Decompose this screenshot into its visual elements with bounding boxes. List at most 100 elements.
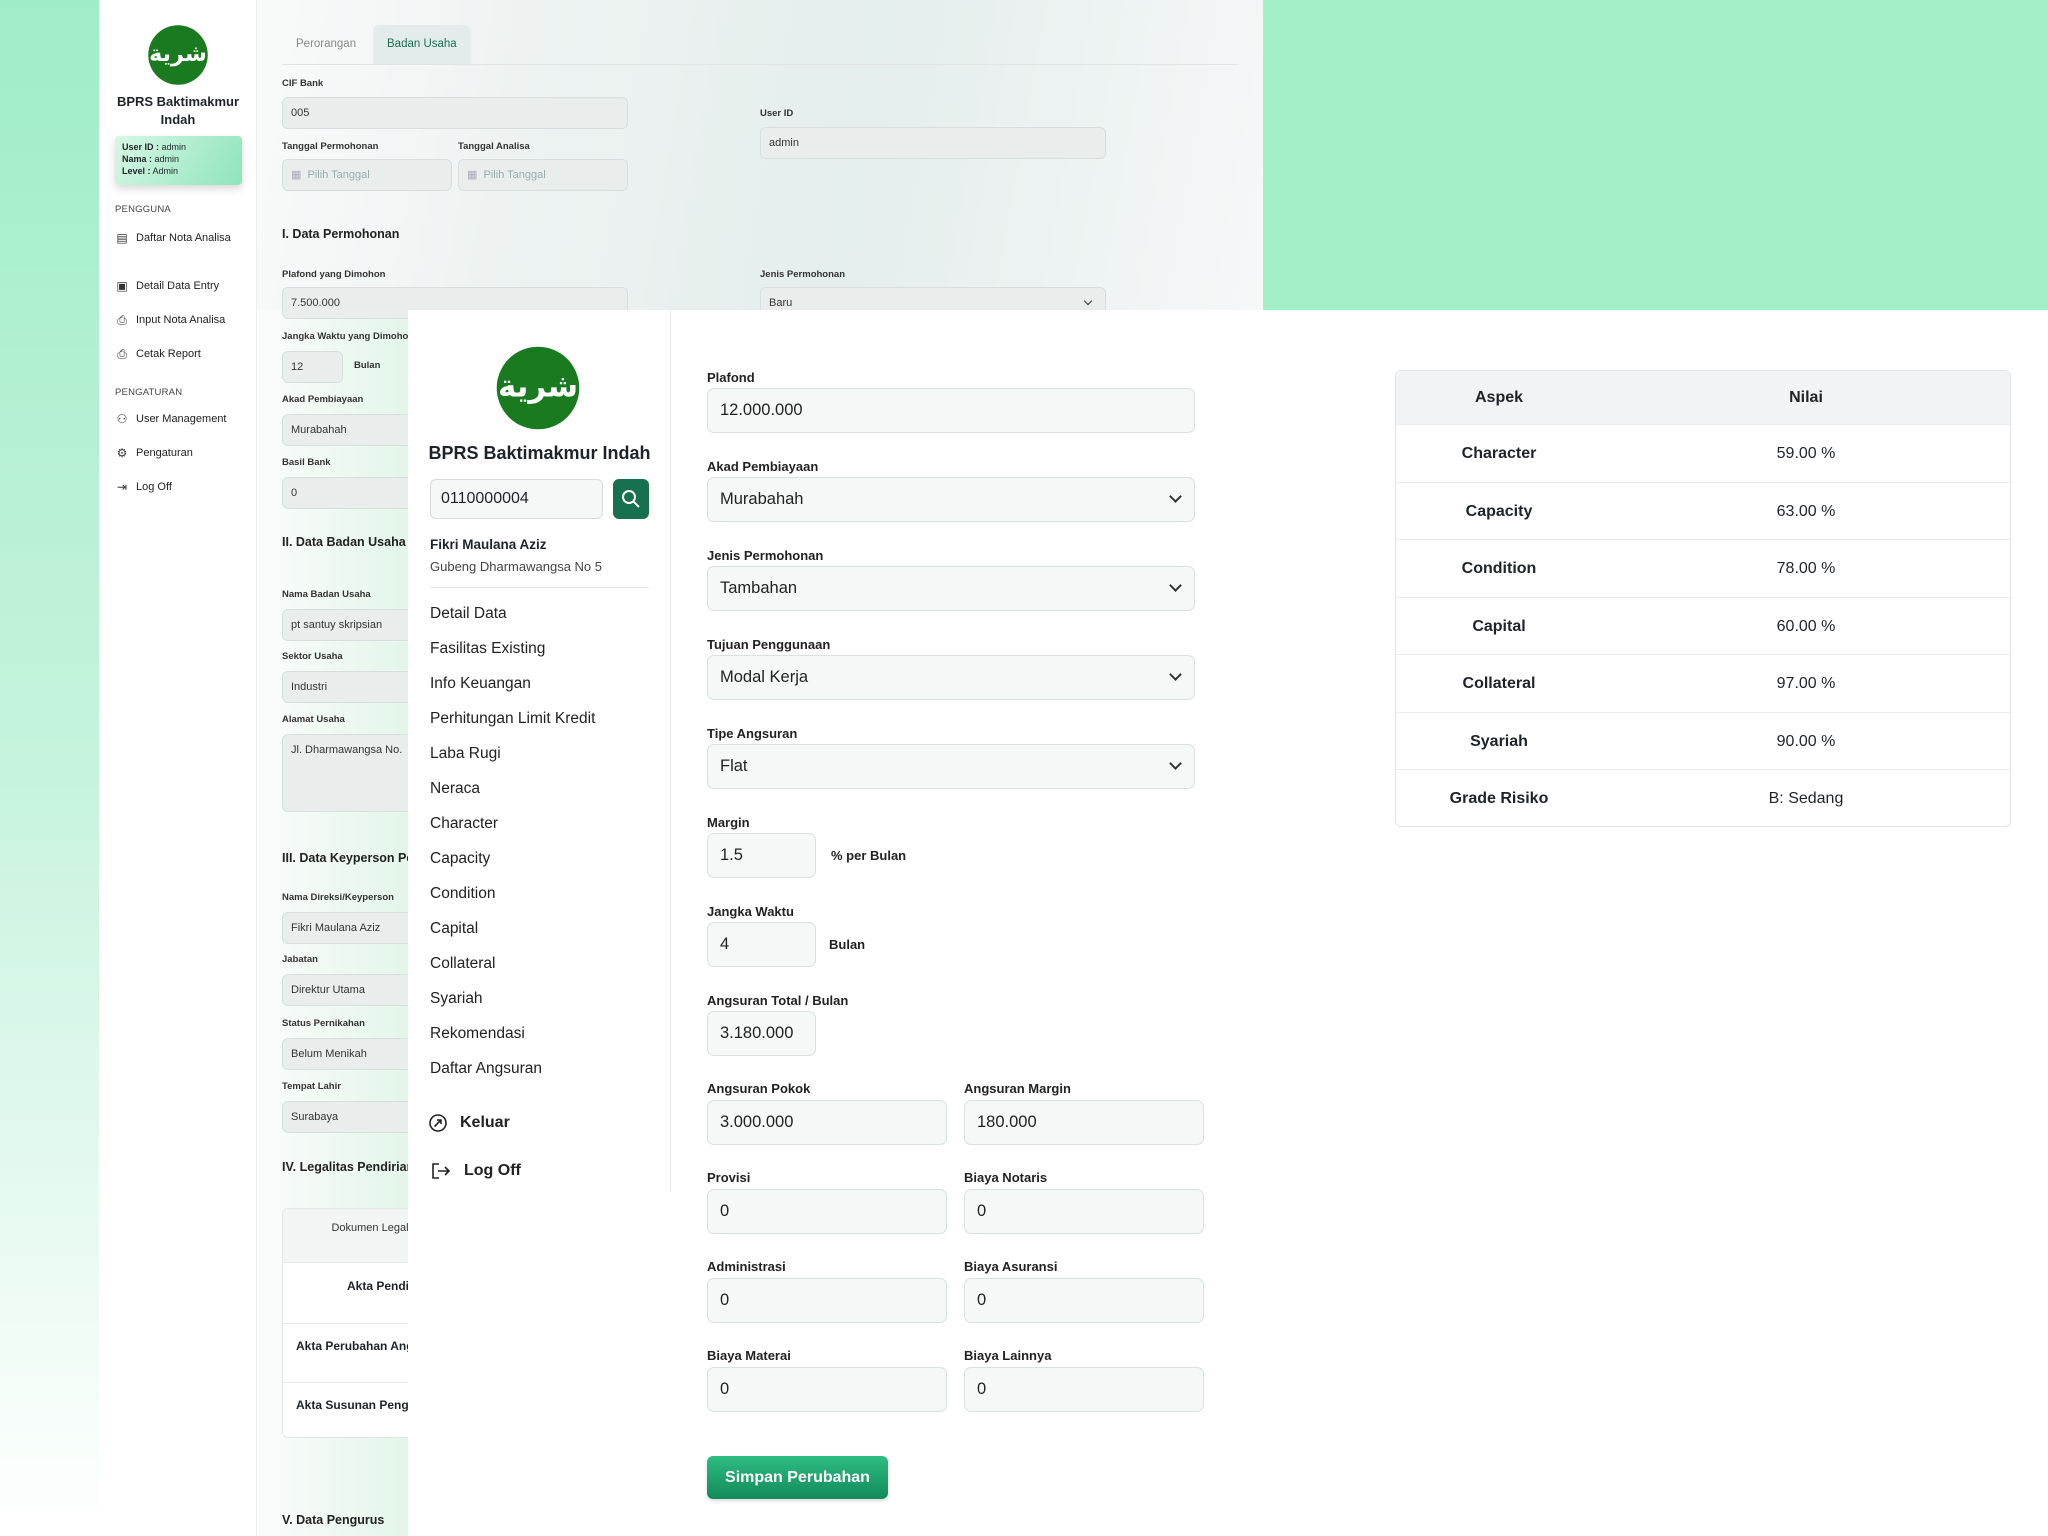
back-sidebar-item-icon: ⇥: [116, 480, 128, 494]
back-sidebar-item[interactable]: ▤ Daftar Nota Analisa: [115, 231, 255, 246]
back-section5-heading: V. Data Pengurus: [282, 1513, 385, 1527]
back-akad-label: Akad Pembiayaan: [282, 394, 364, 405]
cif-bank-input[interactable]: 005: [282, 97, 628, 129]
menu-item[interactable]: Laba Rugi: [430, 745, 501, 763]
total-input[interactable]: 3.180.000: [707, 1011, 816, 1056]
pokok-label: Angsuran Pokok: [707, 1081, 811, 1096]
back-nama_badan-label: Nama Badan Usaha: [282, 589, 371, 600]
user-id-input[interactable]: admin: [760, 127, 1106, 159]
nilai-cell: 60.00 %: [1776, 617, 1836, 635]
keluar-button[interactable]: Keluar: [428, 1113, 510, 1133]
jenis-select[interactable]: Tambahan: [707, 566, 1195, 611]
back-sidebar-item[interactable]: ⚇ User Management: [115, 412, 255, 427]
logoff-button[interactable]: Log Off: [430, 1161, 521, 1181]
back-jabatan-label: Jabatan: [282, 954, 318, 965]
back-sidebar-item[interactable]: ▣ Detail Data Entry: [115, 279, 255, 294]
back-nama_direksi-input[interactable]: Fikri Maulana Aziz: [282, 912, 408, 944]
margin_amt-input[interactable]: 180.000: [964, 1100, 1204, 1145]
tab-badan-usaha[interactable]: Badan Usaha: [373, 25, 471, 64]
back-sidebar-item-label: Daftar Nota Analisa: [136, 232, 231, 244]
menu-item[interactable]: Capacity: [430, 850, 490, 868]
front-sidebar: شرية BPRS Baktimakmur Indah 0110000004 F…: [408, 310, 671, 1192]
tanggal-analisa-label: Tanggal Analisa: [458, 141, 530, 152]
lainnya-input[interactable]: 0: [964, 1367, 1204, 1412]
legalitas-row: Akta Pendirian: [347, 1279, 408, 1293]
background-right: [1263, 0, 2048, 310]
back-app-title: BPRS Baktimakmur Indah: [116, 94, 240, 127]
total-label: Angsuran Total / Bulan: [707, 993, 849, 1008]
notaris-input[interactable]: 0: [964, 1189, 1204, 1234]
menu-item[interactable]: Info Keuangan: [430, 675, 531, 693]
back-sidebar-item[interactable]: ⎙ Cetak Report: [115, 347, 255, 362]
aspek-cell: Syariah: [1470, 732, 1528, 750]
asuransi-input[interactable]: 0: [964, 1278, 1204, 1323]
materai-input[interactable]: 0: [707, 1367, 947, 1412]
table-row: Collateral 97.00 %: [1396, 654, 2010, 712]
customer-search-input[interactable]: 0110000004: [430, 479, 603, 519]
nilai-cell: 78.00 %: [1776, 560, 1836, 577]
tanggal-analisa-input[interactable]: ▦ Pilih Tanggal: [458, 159, 628, 191]
tanggal-analisa-placeholder: Pilih Tanggal: [483, 169, 546, 181]
save-button[interactable]: Simpan Perubahan: [707, 1456, 888, 1499]
menu-item[interactable]: Collateral: [430, 955, 495, 973]
back-sidebar-item[interactable]: ⚙ Pengaturan: [115, 446, 255, 461]
back-sektor-input[interactable]: Industri: [282, 671, 408, 703]
back-jangka_waktu-input[interactable]: 12: [282, 351, 343, 383]
back-nama_badan-input[interactable]: pt santuy skripsian: [282, 609, 408, 641]
back-sektor-label: Sektor Usaha: [282, 651, 343, 662]
menu-item[interactable]: Rekomendasi: [430, 1025, 525, 1043]
plafond-input[interactable]: 12.000.000: [707, 388, 1195, 433]
table-row: Capital 60.00 %: [1396, 596, 2010, 655]
tanggal-permohonan-input[interactable]: ▦ Pilih Tanggal: [282, 159, 452, 191]
menu-item[interactable]: Detail Data: [430, 605, 507, 623]
menu-item[interactable]: Character: [430, 815, 498, 833]
menu-item[interactable]: Neraca: [430, 780, 480, 798]
nilai-cell: 97.00 %: [1776, 675, 1836, 692]
administrasi-input[interactable]: 0: [707, 1278, 947, 1323]
akad-value: Murabahah: [720, 490, 804, 508]
asuransi-label: Biaya Asuransi: [964, 1259, 1058, 1274]
divider: [430, 587, 649, 588]
front-window: شرية BPRS Baktimakmur Indah 0110000004 F…: [408, 310, 2048, 1536]
chevron-down-icon: [1169, 579, 1182, 592]
tipe-value: Flat: [720, 757, 748, 775]
materai-label: Biaya Materai: [707, 1348, 791, 1363]
back-tempat_lahir-input[interactable]: Surabaya: [282, 1101, 408, 1133]
search-button[interactable]: [613, 479, 649, 519]
tipe-select[interactable]: Flat: [707, 744, 1195, 789]
back-alamat-textarea[interactable]: Jl. Dharmawangsa No.: [282, 734, 408, 812]
back-status-input[interactable]: Belum Menikah: [282, 1038, 408, 1070]
legalitas-row: Akta Susunan Pengurus: [296, 1398, 408, 1412]
provisi-input[interactable]: 0: [707, 1189, 947, 1234]
back-basil-input[interactable]: 0: [282, 477, 408, 509]
menu-item[interactable]: Condition: [430, 885, 496, 903]
aspek-cell: Character: [1461, 445, 1537, 462]
tab-perorangan[interactable]: Perorangan: [282, 25, 370, 64]
margin-input[interactable]: 1.5: [707, 833, 816, 878]
back-section4-heading: IV. Legalitas Pendirian: [282, 1160, 408, 1174]
menu-item[interactable]: Syariah: [430, 990, 483, 1008]
akad-select[interactable]: Murabahah: [707, 477, 1195, 522]
back-sidebar-item[interactable]: ⎙ Input Nota Analisa: [115, 313, 255, 328]
jangka-input[interactable]: 4: [707, 922, 816, 967]
pokok-input[interactable]: 3.000.000: [707, 1100, 947, 1145]
tujuan-select[interactable]: Modal Kerja: [707, 655, 1195, 700]
back-sidebar-item[interactable]: ⇥ Log Off: [115, 480, 255, 495]
back-akad-input[interactable]: Murabahah: [282, 414, 408, 446]
table-header: Aspek Nilai: [1396, 371, 2010, 424]
back-jabatan-input[interactable]: Direktur Utama: [282, 974, 408, 1006]
jenis-label: Jenis Permohonan: [707, 548, 824, 563]
jenis-permohonan-back-label: Jenis Permohonan: [760, 269, 845, 280]
back-section2-heading: II. Data Badan Usaha: [282, 535, 406, 549]
menu-item[interactable]: Fasilitas Existing: [430, 640, 545, 658]
logout-icon: [432, 1163, 451, 1179]
menu-item[interactable]: Daftar Angsuran: [430, 1060, 542, 1078]
menu-item[interactable]: Perhitungan Limit Kredit: [430, 710, 595, 728]
level-label: Level :: [122, 166, 151, 176]
nilai-cell: 63.00 %: [1776, 502, 1836, 520]
aspek-cell: Collateral: [1462, 675, 1536, 692]
back-sidebar-item-icon: ▤: [116, 231, 128, 245]
menu-item[interactable]: Capital: [430, 920, 478, 938]
cif-bank-label: CIF Bank: [282, 78, 324, 89]
back-sidebar-item-label: Detail Data Entry: [136, 280, 220, 292]
